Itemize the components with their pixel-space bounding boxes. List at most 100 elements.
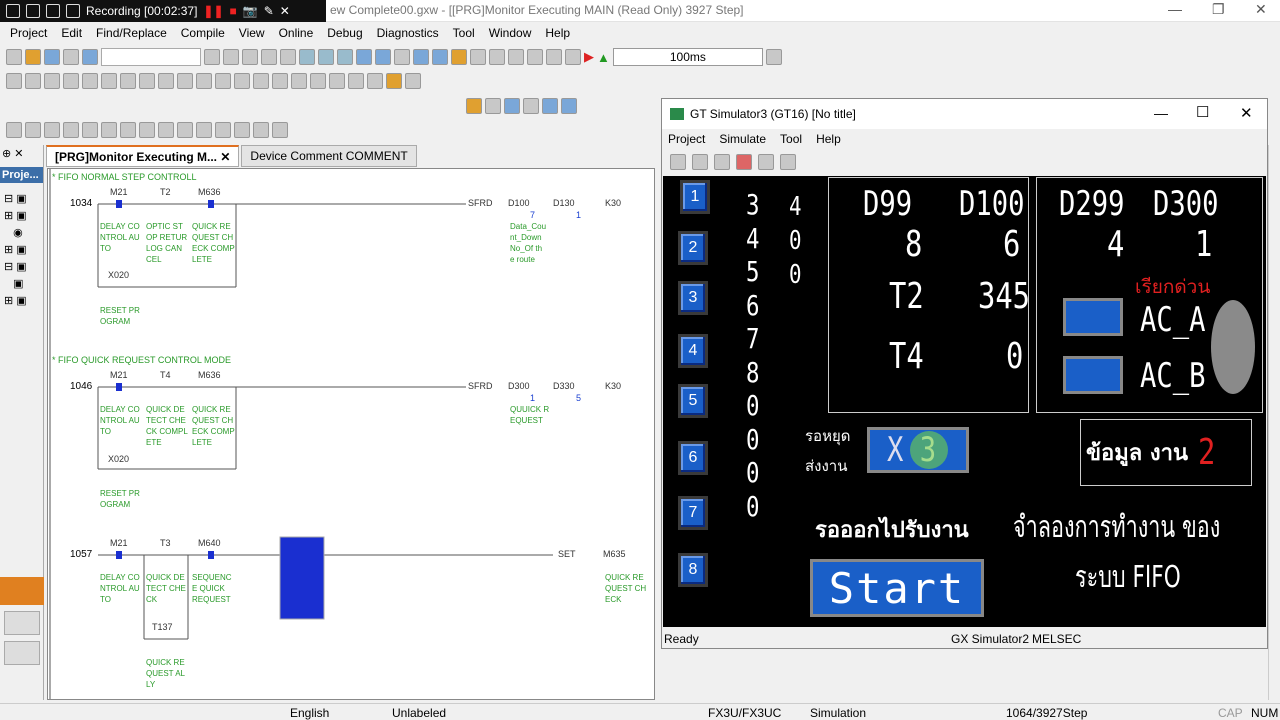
toolbar-combo[interactable]: [101, 48, 201, 66]
contact-label[interactable]: T4: [160, 370, 171, 380]
tab-close-icon[interactable]: ✕: [220, 150, 230, 164]
menu-window[interactable]: Window: [489, 26, 532, 40]
run-icon[interactable]: [765, 49, 782, 65]
view-icon[interactable]: [466, 98, 482, 114]
speed-field[interactable]: 100ms: [612, 48, 763, 66]
device-icon[interactable]: [337, 49, 353, 65]
ladder-af10-icon[interactable]: [253, 73, 269, 89]
sim-maximize-icon[interactable]: ☐: [1196, 103, 1209, 121]
tree-node[interactable]: ⊞ ▣: [4, 208, 43, 225]
edit-icon[interactable]: [158, 122, 174, 138]
tree-node[interactable]: ⊞ ▣: [4, 293, 43, 310]
ladder-line-icon[interactable]: [272, 73, 288, 89]
tab-device-comment[interactable]: Device Comment COMMENT: [241, 145, 417, 167]
edit-icon[interactable]: [63, 122, 79, 138]
sim-list-icon[interactable]: [758, 154, 774, 170]
sim-open-icon[interactable]: [692, 154, 708, 170]
edit-icon[interactable]: [6, 122, 22, 138]
hmi-button-6[interactable]: 6: [678, 441, 708, 475]
window-icon[interactable]: [504, 98, 520, 114]
start-button[interactable]: Start: [810, 559, 984, 617]
contact-label[interactable]: M636: [198, 187, 221, 197]
menu-debug[interactable]: Debug: [327, 26, 362, 40]
tool-icon[interactable]: [565, 49, 581, 65]
edit-icon[interactable]: [234, 122, 250, 138]
save-icon[interactable]: [44, 49, 60, 65]
verify-icon[interactable]: [394, 49, 410, 65]
ladder-f9-icon[interactable]: [82, 73, 98, 89]
monitor-icon[interactable]: [386, 73, 402, 89]
tool-icon[interactable]: [546, 49, 562, 65]
contact-label[interactable]: T3: [160, 538, 171, 548]
sim-menu-help[interactable]: Help: [816, 132, 841, 146]
monitor-icon[interactable]: [451, 49, 467, 65]
paste-icon[interactable]: [242, 49, 258, 65]
contact-label[interactable]: T2: [160, 187, 171, 197]
menu-online[interactable]: Online: [279, 26, 314, 40]
edit-icon[interactable]: [139, 122, 155, 138]
tool-icon[interactable]: [527, 49, 543, 65]
ladder-f5-icon[interactable]: [6, 73, 22, 89]
sim-open-icon[interactable]: [670, 154, 686, 170]
edit-icon[interactable]: [101, 122, 117, 138]
ladder-f8-icon[interactable]: [63, 73, 79, 89]
tree-node[interactable]: ▣: [4, 276, 43, 293]
close-icon[interactable]: ✕: [1255, 1, 1267, 18]
menu-help[interactable]: Help: [545, 26, 570, 40]
window-icon[interactable]: [6, 4, 20, 18]
ladder-sf7-icon[interactable]: [139, 73, 155, 89]
ladder-editor[interactable]: * FIFO NORMAL STEP CONTROLL 1034 M21 T2 …: [47, 168, 655, 700]
contact-label[interactable]: M640: [198, 538, 221, 548]
tree-node[interactable]: ◉: [4, 225, 43, 242]
hmi-button-8[interactable]: 8: [678, 553, 708, 587]
instruction-label[interactable]: SET: [558, 549, 576, 559]
ladder-f6-icon[interactable]: [25, 73, 41, 89]
redo-icon[interactable]: [280, 49, 296, 65]
ac-a-button[interactable]: [1063, 298, 1123, 336]
ladder-f7-icon[interactable]: [44, 73, 60, 89]
ladder-sf8-icon[interactable]: [158, 73, 174, 89]
contact-label[interactable]: T137: [152, 622, 173, 632]
region-icon[interactable]: [26, 4, 40, 18]
warning-icon[interactable]: ▲: [597, 50, 610, 65]
tab-program-monitor[interactable]: [PRG]Monitor Executing M... ✕: [46, 145, 240, 167]
tree-node[interactable]: ⊟ ▣: [4, 191, 43, 208]
right-scrollbar[interactable]: [1268, 145, 1280, 700]
menu-tool[interactable]: Tool: [453, 26, 475, 40]
sim-stop-icon[interactable]: [736, 154, 752, 170]
instruction-label[interactable]: SFRD: [468, 198, 493, 208]
tool-icon[interactable]: [470, 49, 486, 65]
hmi-button-2[interactable]: 2: [678, 231, 708, 265]
pause-icon[interactable]: ❚❚: [203, 4, 223, 18]
menu-edit[interactable]: Edit: [61, 26, 82, 40]
close-recording-icon[interactable]: ✕: [280, 4, 290, 18]
contact-label[interactable]: M21: [110, 187, 128, 197]
edit-icon[interactable]: [177, 122, 193, 138]
stop-sim-icon[interactable]: ▶: [584, 49, 594, 65]
stop-icon[interactable]: ■: [230, 4, 237, 18]
ladder-sf5-icon[interactable]: [101, 73, 117, 89]
sim-minimize-icon[interactable]: —: [1154, 105, 1168, 121]
copy-icon[interactable]: [223, 49, 239, 65]
sim-settings-icon[interactable]: [780, 154, 796, 170]
undo-icon[interactable]: [261, 49, 277, 65]
ac-b-button[interactable]: [1063, 356, 1123, 394]
device-icon[interactable]: [299, 49, 315, 65]
restore-icon[interactable]: ❐: [1212, 1, 1225, 18]
menu-project[interactable]: Project: [10, 26, 47, 40]
camera-icon[interactable]: 📷: [243, 4, 258, 18]
x3-button[interactable]: X 3: [867, 427, 969, 473]
menu-compile[interactable]: Compile: [181, 26, 225, 40]
ladder-af7-icon[interactable]: [196, 73, 212, 89]
dev-icon[interactable]: [413, 49, 429, 65]
ladder-sf6-icon[interactable]: [120, 73, 136, 89]
edit-icon[interactable]: [196, 122, 212, 138]
instruction-label[interactable]: SFRD: [468, 381, 493, 391]
ladder-line-icon[interactable]: [348, 73, 364, 89]
hmi-button-4[interactable]: 4: [678, 334, 708, 368]
menu-diagnostics[interactable]: Diagnostics: [377, 26, 439, 40]
panel-tab-icon[interactable]: [0, 577, 44, 605]
cut-icon[interactable]: [204, 49, 220, 65]
hmi-button-7[interactable]: 7: [678, 496, 708, 530]
menu-find-replace[interactable]: Find/Replace: [96, 26, 167, 40]
